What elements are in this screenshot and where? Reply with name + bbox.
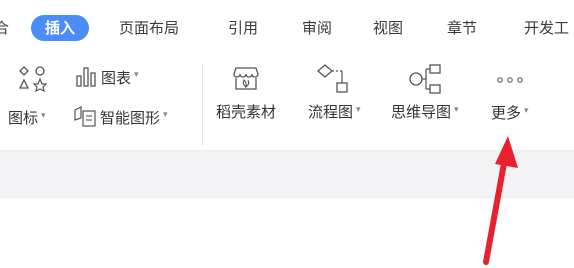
red-arrow-annotation [483, 136, 518, 265]
